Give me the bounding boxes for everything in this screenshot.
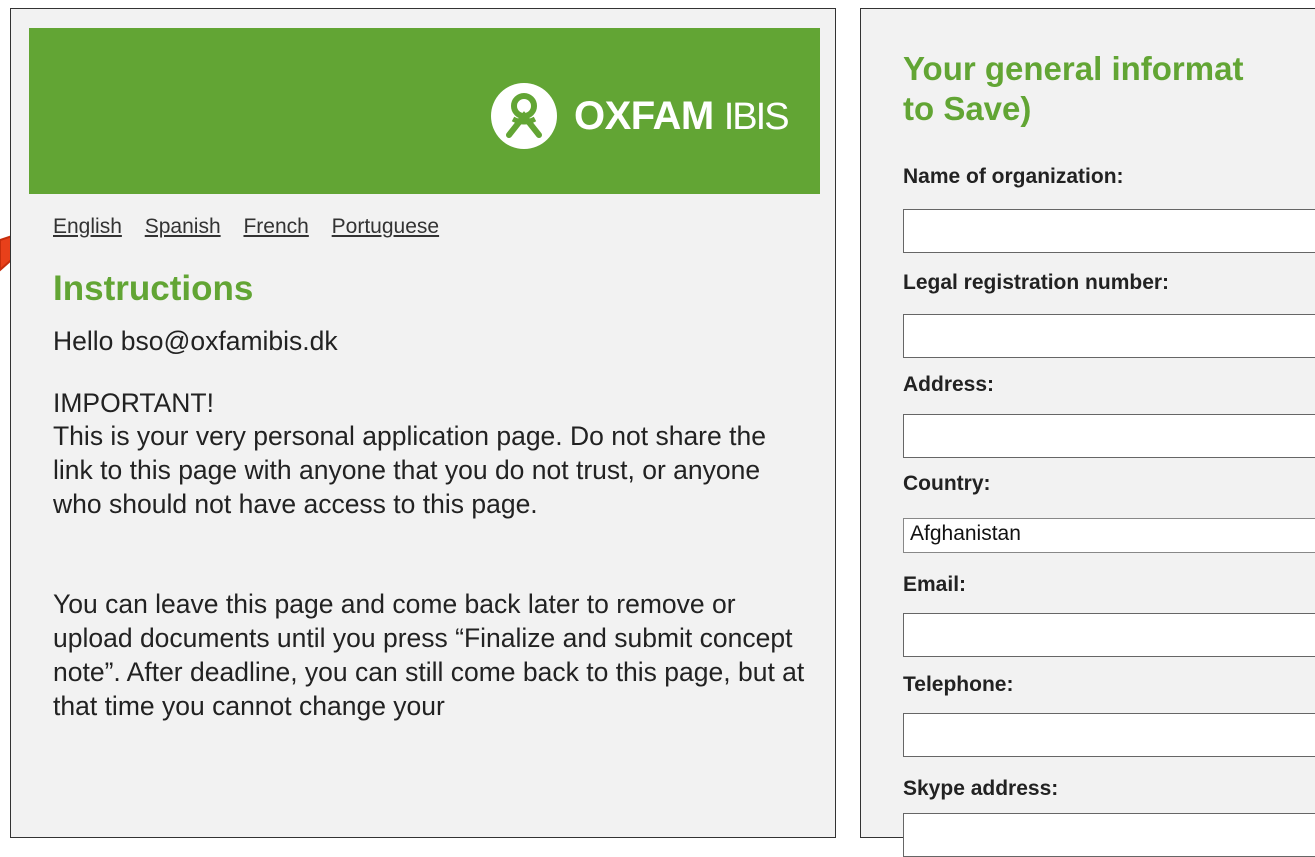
general-info-form: Your general informat to Save) Name of o… xyxy=(860,8,1315,857)
address-label: Address: xyxy=(903,373,995,396)
email-input[interactable] xyxy=(903,613,1315,657)
logo-name: OXFAM xyxy=(574,94,714,138)
skype-input[interactable] xyxy=(903,813,1315,857)
oxfam-banner: OXFAM IBIS xyxy=(29,28,820,194)
country-label: Country: xyxy=(903,472,991,495)
lang-link-spanish[interactable]: Spanish xyxy=(145,215,221,238)
legal-reg-input[interactable] xyxy=(903,314,1315,358)
country-select[interactable]: Afghanistan xyxy=(903,518,1315,553)
lang-link-french[interactable]: French xyxy=(243,215,308,238)
lang-link-english[interactable]: English xyxy=(53,215,122,238)
info-text: You can leave this page and come back la… xyxy=(53,589,805,721)
org-name-input[interactable] xyxy=(903,209,1315,253)
legal-reg-label: Legal registration number: xyxy=(903,271,1170,294)
skype-label: Skype address: xyxy=(903,777,1059,800)
telephone-input[interactable] xyxy=(903,713,1315,757)
important-text: This is your very personal application p… xyxy=(53,421,766,519)
oxfam-logo-text: OXFAM IBIS xyxy=(574,88,790,145)
important-heading: IMPORTANT! xyxy=(53,388,214,418)
form-title-line2: to Save) xyxy=(903,90,1032,127)
form-title: Your general informat to Save) xyxy=(903,49,1315,129)
form-title-line1: Your general informat xyxy=(903,50,1244,87)
lang-link-portuguese[interactable]: Portuguese xyxy=(332,215,439,238)
oxfam-logo-icon xyxy=(491,83,557,149)
greeting-text: Hello bso@oxfamibis.dk xyxy=(53,326,338,356)
instructions-title: Instructions xyxy=(53,269,254,308)
email-label: Email: xyxy=(903,573,967,596)
language-selector: English Spanish French Portuguese xyxy=(53,215,456,239)
telephone-label: Telephone: xyxy=(903,673,1014,696)
org-name-label: Name of organization: xyxy=(903,165,1124,188)
instructions-panel: OXFAM IBIS English Spanish French Portugu… xyxy=(10,8,836,838)
logo-sub: IBIS xyxy=(723,96,790,138)
address-input[interactable] xyxy=(903,414,1315,458)
